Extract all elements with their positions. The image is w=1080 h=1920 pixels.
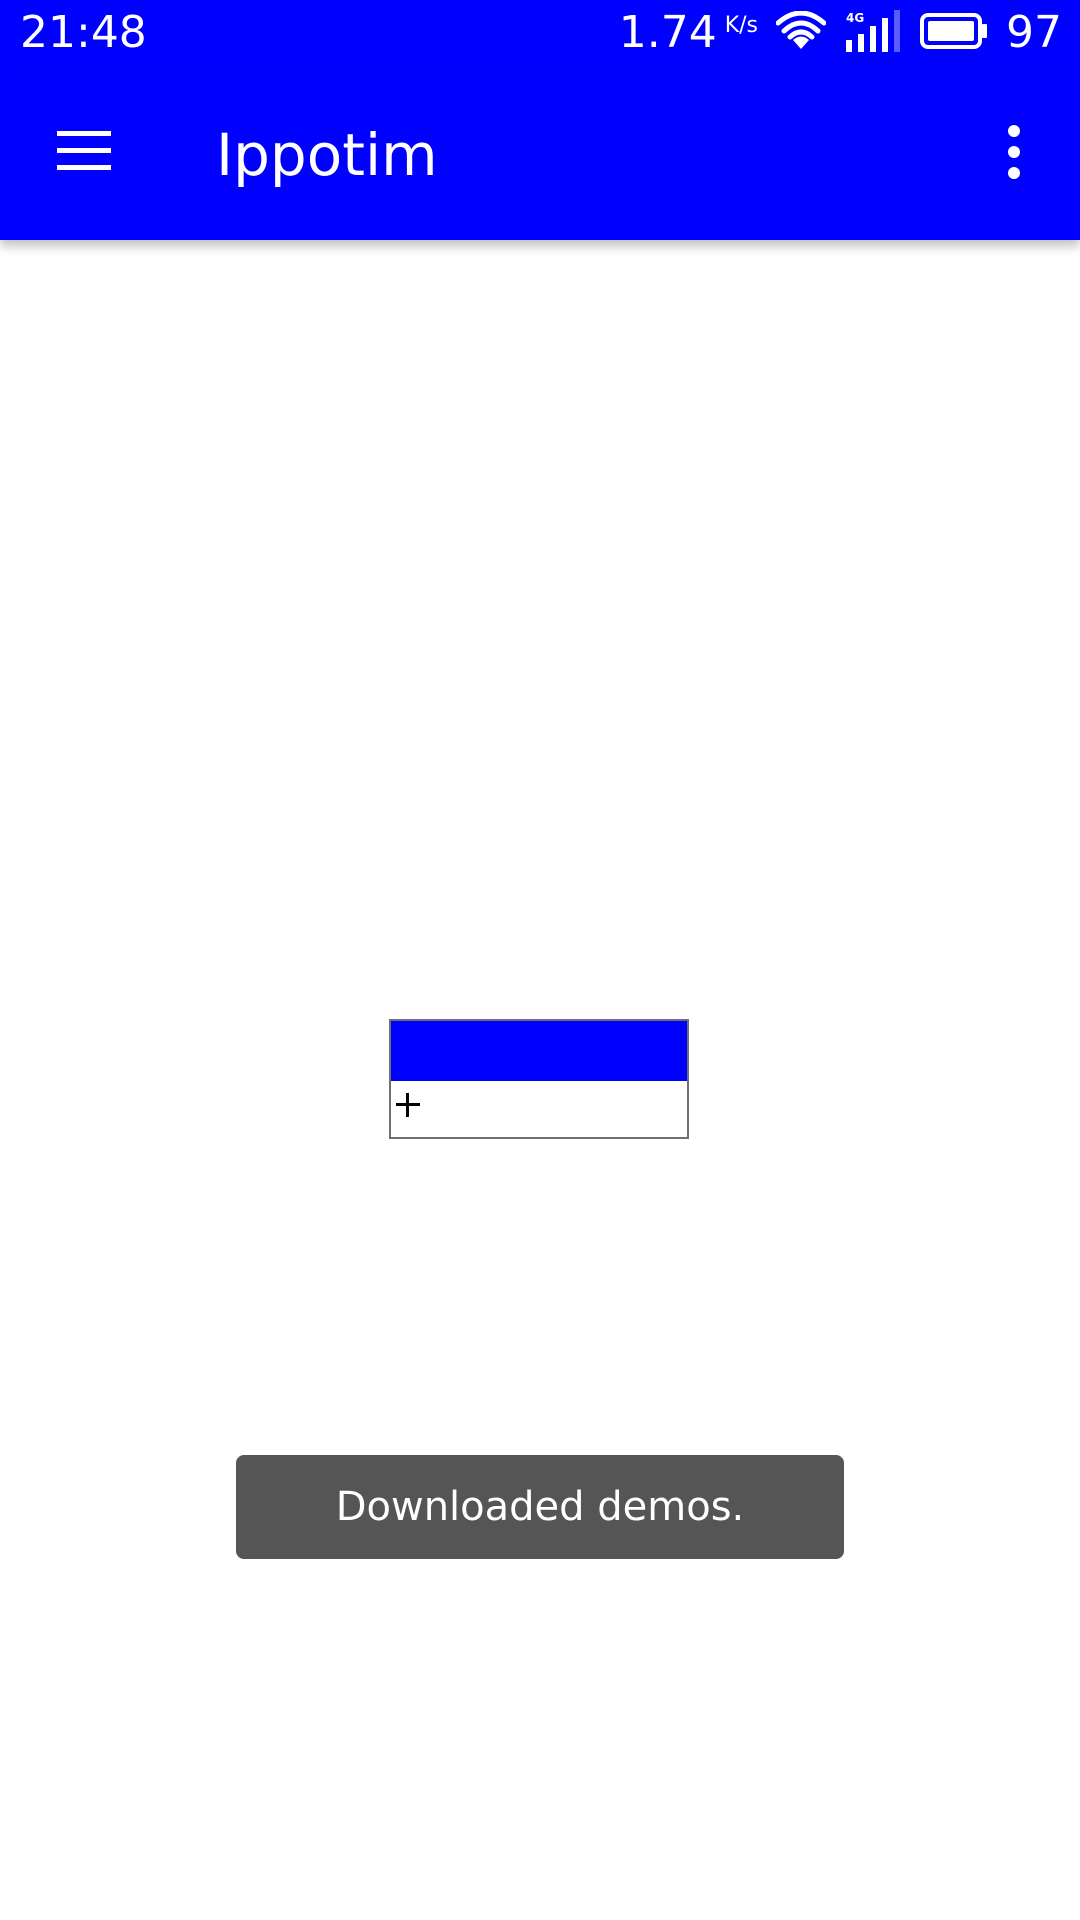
overflow-menu-button[interactable] [978, 114, 1050, 194]
network-speed: 1.74 K/s [619, 8, 758, 58]
status-indicators: 1.74 K/s 4G 97 [619, 6, 1062, 60]
signal-4g-icon: 4G [844, 10, 902, 56]
battery-level: 97 [1006, 7, 1062, 58]
add-button[interactable] [391, 1087, 425, 1127]
app-title: Ippotim [216, 121, 438, 189]
status-time: 21:48 [20, 7, 147, 58]
network-speed-value: 1.74 [618, 7, 717, 58]
hamburger-menu-icon [55, 129, 113, 177]
app-toolbar: Ippotim [0, 66, 1080, 240]
widget-header [391, 1021, 687, 1081]
navigation-menu-button[interactable] [40, 116, 128, 190]
wifi-icon [775, 10, 827, 55]
app-screen: 21:48 1.74 K/s 4G 97 Ippotim Downloaded … [0, 0, 1080, 1920]
more-vert-icon [1004, 125, 1024, 183]
widget-body [391, 1081, 687, 1137]
plus-icon [395, 1092, 421, 1122]
demo-widget [389, 1019, 689, 1139]
network-speed-unit: K/s [724, 13, 758, 38]
status-bar: 21:48 1.74 K/s 4G 97 [0, 0, 1080, 66]
battery-icon [920, 13, 988, 53]
svg-text:4G: 4G [846, 11, 864, 25]
toast-message: Downloaded demos. [236, 1455, 844, 1559]
